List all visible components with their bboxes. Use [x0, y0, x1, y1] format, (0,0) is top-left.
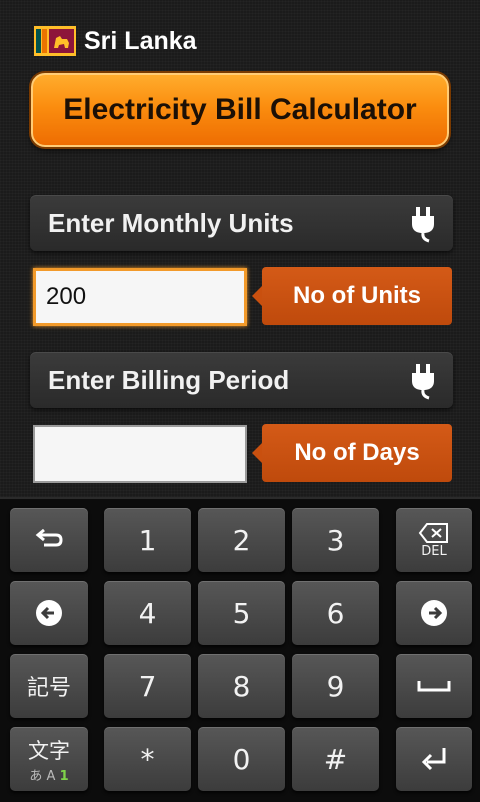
days-tag: No of Days: [252, 424, 452, 482]
title-button-label: Electricity Bill Calculator: [63, 93, 417, 126]
key-8[interactable]: 8: [198, 654, 285, 718]
enter-key[interactable]: [396, 727, 472, 791]
back-key[interactable]: [10, 508, 88, 572]
key-0[interactable]: 0: [198, 727, 285, 791]
plug-icon: [412, 364, 434, 400]
billing-days-input[interactable]: [33, 425, 247, 483]
numeric-keyboard: 1 2 3 DEL 4 5 6 記号 7 8 9 文字 あ A 1 * 0 #: [0, 497, 480, 802]
monthly-units-header: Enter Monthly Units: [30, 195, 453, 251]
units-tag: No of Units: [252, 267, 452, 325]
key-4[interactable]: 4: [104, 581, 191, 645]
key-1[interactable]: 1: [104, 508, 191, 572]
key-5[interactable]: 5: [198, 581, 285, 645]
sri-lanka-flag-icon: [34, 26, 76, 56]
input-mode-active: 1: [59, 768, 69, 784]
delete-key[interactable]: DEL: [396, 508, 472, 572]
left-arrow-circle-icon: [36, 600, 62, 626]
key-2[interactable]: 2: [198, 508, 285, 572]
billing-period-label: Enter Billing Period: [48, 365, 290, 395]
undo-arrow-icon: [35, 529, 63, 547]
delete-key-label: DEL: [421, 543, 447, 559]
key-hash[interactable]: #: [292, 727, 379, 791]
input-mode-sub-label: あ A: [29, 768, 56, 784]
key-6[interactable]: 6: [292, 581, 379, 645]
cursor-right-key[interactable]: [396, 581, 472, 645]
monthly-units-label: Enter Monthly Units: [48, 208, 294, 238]
symbol-key[interactable]: 記号: [10, 654, 88, 718]
space-key[interactable]: [396, 654, 472, 718]
monthly-units-input[interactable]: [33, 268, 247, 326]
key-asterisk[interactable]: *: [104, 727, 191, 791]
plug-icon: [412, 207, 434, 243]
input-mode-key[interactable]: 文字 あ A 1: [10, 727, 88, 791]
cursor-left-key[interactable]: [10, 581, 88, 645]
country-label: Sri Lanka: [84, 27, 197, 55]
right-arrow-circle-icon: [421, 600, 447, 626]
enter-icon: [421, 748, 446, 771]
key-9[interactable]: 9: [292, 654, 379, 718]
input-mode-label: 文字: [28, 738, 70, 763]
backspace-icon: [418, 522, 448, 543]
title-button[interactable]: Electricity Bill Calculator: [31, 73, 449, 147]
key-3[interactable]: 3: [292, 508, 379, 572]
key-7[interactable]: 7: [104, 654, 191, 718]
space-icon: [417, 681, 451, 692]
billing-period-header: Enter Billing Period: [30, 352, 453, 408]
header: Sri Lanka: [0, 0, 480, 72]
